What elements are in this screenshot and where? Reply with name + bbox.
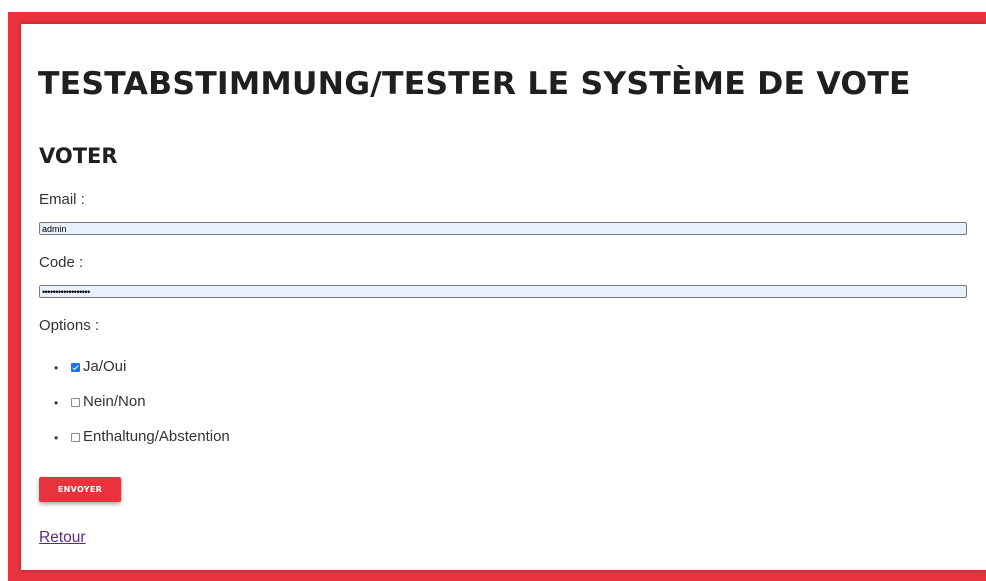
page-title: TESTABSTIMMUNG/TESTER LE SYSTÈME DE VOTE [38,66,911,102]
email-field[interactable] [39,222,967,235]
code-label: Code : [39,254,84,271]
bullet-icon: • [54,396,59,410]
bullet-icon: • [54,361,59,375]
bullet-icon: • [54,431,59,445]
checkbox-checked-icon[interactable] [71,363,80,372]
back-link[interactable]: Retour [39,529,86,547]
option-nein-non[interactable]: • Nein/Non [39,393,230,428]
page-frame: TESTABSTIMMUNG/TESTER LE SYSTÈME DE VOTE… [0,0,986,581]
option-enthaltung-abstention[interactable]: • Enthaltung/Abstention [39,428,230,463]
checkbox-icon[interactable] [71,433,80,442]
vote-card: TESTABSTIMMUNG/TESTER LE SYSTÈME DE VOTE… [21,24,986,570]
checkbox-icon[interactable] [71,398,80,407]
option-label: Ja/Oui [83,358,127,375]
options-label: Options : [39,317,100,334]
option-ja-oui[interactable]: • Ja/Oui [39,358,230,393]
code-field[interactable] [39,285,967,298]
section-title: VOTER [39,144,118,168]
submit-button[interactable]: ENVOYER [39,477,121,502]
option-label: Nein/Non [83,393,146,410]
option-label: Enthaltung/Abstention [83,428,230,445]
email-label: Email : [39,191,85,208]
options-list: • Ja/Oui • Nein/Non • Enthaltung/Abstent… [39,358,230,463]
